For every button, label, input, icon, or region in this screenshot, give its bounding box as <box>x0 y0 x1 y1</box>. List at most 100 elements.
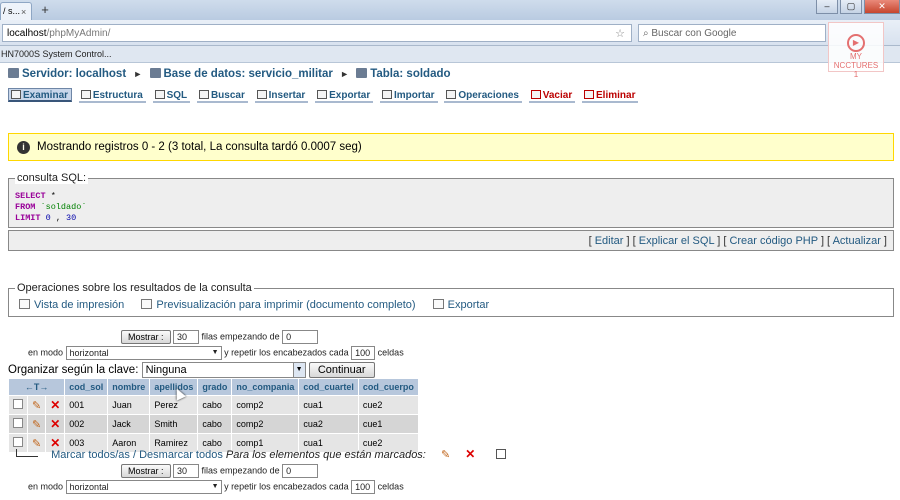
results-table: ←T→ cod_sol nombre apellidos grado no_co… <box>8 378 419 453</box>
table-cell: cua2 <box>299 415 358 433</box>
browser-tab-title: / s... <box>3 6 21 16</box>
mode-select[interactable]: horizontal ▼ <box>65 480 222 494</box>
sql-legend: consulta SQL: <box>15 172 89 184</box>
row-checkbox[interactable] <box>13 418 23 428</box>
row-checkbox[interactable] <box>13 437 23 447</box>
order-select[interactable]: Ninguna ▼ <box>141 362 306 378</box>
breadcrumb-separator: ► <box>133 69 143 79</box>
mark-note: Para los elementos que están marcados: <box>225 449 426 461</box>
rows-input[interactable]: 30 <box>173 464 200 478</box>
sql-number: 0 <box>40 213 51 223</box>
print-full-link[interactable]: Previsualización para imprimir (document… <box>156 299 415 311</box>
show-button[interactable]: Mostrar : <box>121 464 171 478</box>
url-path: /phpMyAdmin/ <box>46 28 111 39</box>
print-view-link[interactable]: Vista de impresión <box>34 299 124 311</box>
column-header[interactable]: nombre <box>108 379 150 395</box>
tab-eliminar[interactable]: Eliminar <box>582 89 639 103</box>
export-link[interactable]: Exportar <box>448 299 490 311</box>
tab-label: Exportar <box>329 90 371 101</box>
table-cell: comp2 <box>232 396 299 414</box>
edit-selected-icon[interactable]: ✎ <box>441 449 450 461</box>
delete-icon[interactable]: ✕ <box>50 398 60 412</box>
sql-number: 30 <box>66 213 77 223</box>
notice-text: Mostrando registros 0 - 2 (3 total, La c… <box>37 141 362 153</box>
create-php-code-link[interactable]: Crear código PHP <box>729 235 817 247</box>
window-close-button[interactable]: ✕ <box>864 0 900 14</box>
tab-insertar[interactable]: Insertar <box>254 89 309 103</box>
edit-icon[interactable]: ✎ <box>32 419 41 431</box>
tab-vaciar[interactable]: Vaciar <box>528 89 576 103</box>
breadcrumb-table[interactable]: Tabla: soldado <box>370 68 450 80</box>
watermark-line1: MY <box>850 52 862 61</box>
column-header[interactable]: cod_sol <box>65 379 108 395</box>
tab-estructura[interactable]: Estructura <box>78 89 146 103</box>
minimize-button[interactable]: – <box>816 0 838 14</box>
breadcrumb-server[interactable]: Servidor: localhost <box>22 68 126 80</box>
tab-label: Operaciones <box>458 90 519 101</box>
nav-form-top-mode: en modo horizontal ▼ y repetir los encabe… <box>28 346 404 360</box>
table-cell: Perez <box>150 396 198 414</box>
tab-operaciones[interactable]: Operaciones <box>444 89 522 103</box>
new-tab-button[interactable]: + <box>38 3 52 17</box>
sql-text: , <box>50 213 67 223</box>
breadcrumb-database[interactable]: Base de datos: servicio_militar <box>164 68 333 80</box>
row-checkbox[interactable] <box>13 399 23 409</box>
delete-selected-icon[interactable]: ✕ <box>465 447 475 461</box>
repeat-input[interactable]: 100 <box>351 346 376 360</box>
mark-all-row: Marcar todos/as / Desmarcar todos Para l… <box>16 447 507 461</box>
maximize-button[interactable]: ▢ <box>840 0 862 14</box>
show-button[interactable]: Mostrar : <box>121 330 171 344</box>
server-icon <box>8 68 19 78</box>
bookmark-item[interactable]: HN7000S System Control... <box>1 49 112 59</box>
sql-keyword: LIMIT <box>15 213 41 223</box>
edit-icon[interactable]: ✎ <box>32 400 41 412</box>
operations-list: Vista de impresión Previsualización para… <box>19 299 503 311</box>
mode-select[interactable]: horizontal ▼ <box>65 346 222 360</box>
play-icon: ▶ <box>847 34 865 52</box>
export-selected-icon[interactable] <box>496 449 507 459</box>
drop-icon <box>584 90 594 99</box>
repeat-label: y repetir los encabezados cada <box>224 347 349 358</box>
sql-table-name: `soldado` <box>35 202 87 212</box>
tab-exportar[interactable]: Exportar <box>315 89 374 103</box>
repeat-input[interactable]: 100 <box>351 480 376 494</box>
continue-button[interactable]: Continuar <box>308 362 375 378</box>
tab-buscar[interactable]: Buscar <box>196 89 248 103</box>
tab-importar[interactable]: Importar <box>380 89 438 103</box>
table-cell: cua1 <box>299 396 358 414</box>
breadcrumb: Servidor: localhost ► Base de datos: ser… <box>8 68 451 80</box>
start-input[interactable]: 0 <box>282 464 319 478</box>
sql-keyword: SELECT <box>15 191 46 201</box>
mode-value: horizontal <box>69 482 109 492</box>
nav-form-top: Mostrar : 30 filas empezando de 0 <box>121 330 319 344</box>
search-input[interactable]: ⌕ Buscar con Google <box>638 24 826 42</box>
tab-sql[interactable]: SQL <box>152 89 191 103</box>
mark-all-link[interactable]: Marcar todos/as / Desmarcar todos <box>51 449 223 461</box>
tab-label: Vaciar <box>542 90 573 101</box>
bookmark-star-icon[interactable]: ☆ <box>615 27 625 40</box>
column-header[interactable]: grado <box>198 379 232 395</box>
column-arrows[interactable]: ←T→ <box>9 379 65 395</box>
table-cell: comp2 <box>232 415 299 433</box>
close-tab-icon[interactable]: × <box>21 7 26 17</box>
start-input[interactable]: 0 <box>282 330 319 344</box>
sql-text: * <box>45 191 56 201</box>
tab-bar: Examinar Estructura SQL Buscar Insertar … <box>8 88 642 103</box>
column-header[interactable]: no_compania <box>232 379 299 395</box>
watermark-line3: 1 <box>853 70 859 79</box>
mode-label: en modo <box>28 347 64 358</box>
tab-examinar[interactable]: Examinar <box>8 88 73 102</box>
refresh-link[interactable]: Actualizar <box>833 235 881 247</box>
edit-sql-link[interactable]: Editar <box>595 235 624 247</box>
rows-input[interactable]: 30 <box>173 330 200 344</box>
table-cell: 001 <box>65 396 108 414</box>
table-cell: cabo <box>198 396 232 414</box>
delete-icon[interactable]: ✕ <box>50 417 60 431</box>
address-bar[interactable]: localhost/phpMyAdmin/ ☆ <box>2 24 632 42</box>
browser-tab[interactable]: / s... × <box>0 2 32 20</box>
insert-icon <box>256 90 267 99</box>
column-header[interactable]: cod_cuerpo <box>358 379 418 395</box>
cells-label: celdas <box>377 347 404 358</box>
column-header[interactable]: cod_cuartel <box>299 379 358 395</box>
explain-sql-link[interactable]: Explicar el SQL <box>639 235 714 247</box>
